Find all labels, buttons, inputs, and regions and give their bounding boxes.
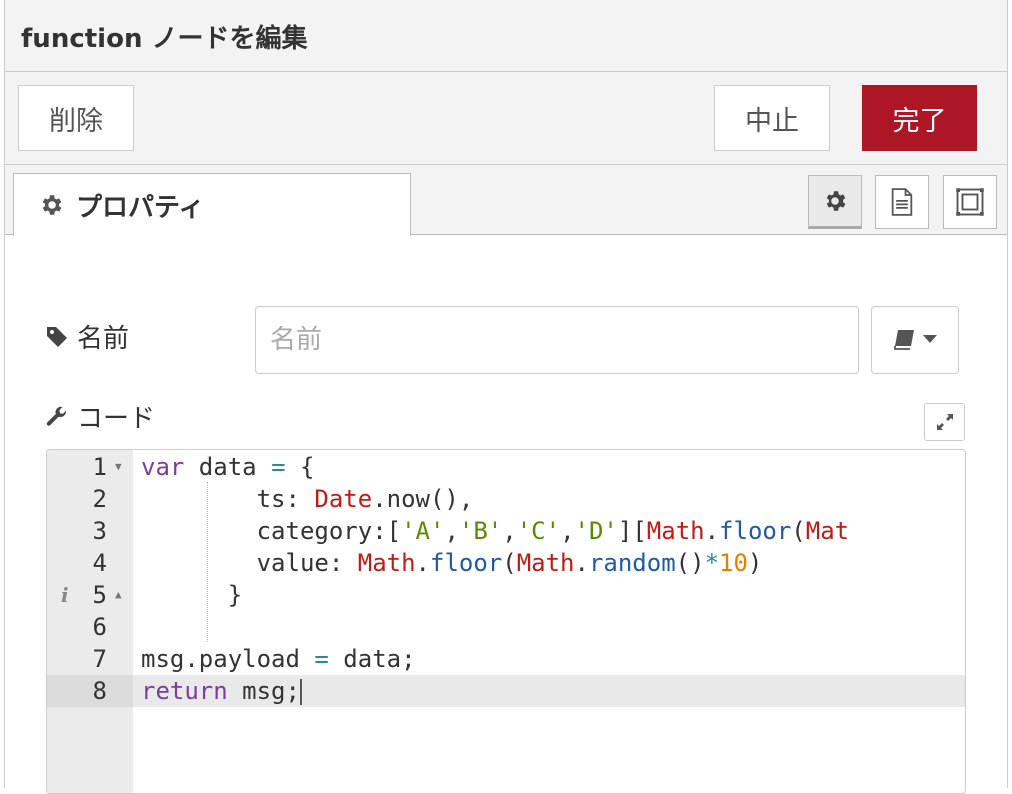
tab-icon-description[interactable]: [875, 175, 929, 229]
code-text: ts: Date.now(),: [141, 485, 474, 513]
line-number: 8: [47, 675, 133, 707]
delete-button[interactable]: 削除: [18, 85, 134, 151]
tray-header: function ノードを編集: [5, 0, 1007, 72]
name-label: 名前: [45, 318, 129, 355]
code-text: var data = {: [141, 453, 315, 481]
code-line: i 5 ▲ }: [47, 579, 965, 611]
description-icon: [891, 188, 913, 216]
tab-icon-properties[interactable]: [808, 175, 862, 229]
line-number: 7: [92, 645, 107, 673]
expand-icon: [936, 414, 953, 430]
tab-properties[interactable]: プロパティ: [13, 173, 411, 236]
done-button[interactable]: 完了: [862, 85, 977, 151]
code-editor[interactable]: 1 ▼ var data = { 2 ts: Date.now(), 3 cat…: [46, 449, 966, 794]
wrench-icon: [46, 406, 67, 426]
line-number: 6: [92, 613, 107, 641]
code-text: category:['A','B','C','D'][Math.floor(Ma…: [141, 517, 850, 545]
code-line: 6: [47, 611, 965, 643]
code-text: msg.payload = data;: [141, 645, 416, 673]
name-input[interactable]: [255, 306, 859, 374]
code-text: value: Math.floor(Math.random()*10): [141, 549, 763, 577]
edit-tray: function ノードを編集 削除 中止 完了 プロパティ 名前 名前 コード…: [4, 0, 1008, 794]
code-line: 7 msg.payload = data;: [47, 643, 965, 675]
expand-editor-button[interactable]: [924, 403, 965, 441]
book-icon: [894, 330, 914, 350]
code-line: 1 ▼ var data = {: [47, 451, 965, 483]
code-line: 3 category:['A','B','C','D'][Math.floor(…: [47, 515, 965, 547]
tab-properties-label: プロパティ: [76, 192, 205, 223]
code-label: コード: [45, 398, 155, 435]
line-number: 2: [92, 485, 107, 513]
line-number: 3: [92, 517, 107, 545]
line-number: 4: [92, 549, 107, 577]
tabs-bar: プロパティ: [5, 165, 1007, 236]
code-lines: 1 ▼ var data = { 2 ts: Date.now(), 3 cat…: [47, 451, 965, 707]
code-text: return msg;: [141, 677, 302, 705]
tray-toolbar: 削除 中止 完了: [5, 72, 1007, 165]
tab-icon-appearance[interactable]: [943, 175, 997, 229]
appearance-icon: [956, 188, 984, 216]
code-line: 2 ts: Date.now(),: [47, 483, 965, 515]
tray-title: function ノードを編集: [21, 24, 308, 54]
caret-down-icon: [923, 335, 937, 343]
fold-icon[interactable]: ▲: [115, 579, 122, 611]
tag-icon: [47, 326, 67, 347]
cancel-button[interactable]: 中止: [714, 85, 830, 151]
code-text: }: [141, 581, 243, 609]
fold-icon[interactable]: ▼: [115, 451, 122, 483]
gear-icon: [42, 195, 62, 215]
text-cursor: [299, 679, 302, 705]
library-button[interactable]: [871, 306, 959, 374]
code-line: 4 value: Math.floor(Math.random()*10): [47, 547, 965, 579]
code-line-active: 8 return msg;: [47, 675, 965, 707]
gear-icon: [826, 191, 846, 211]
